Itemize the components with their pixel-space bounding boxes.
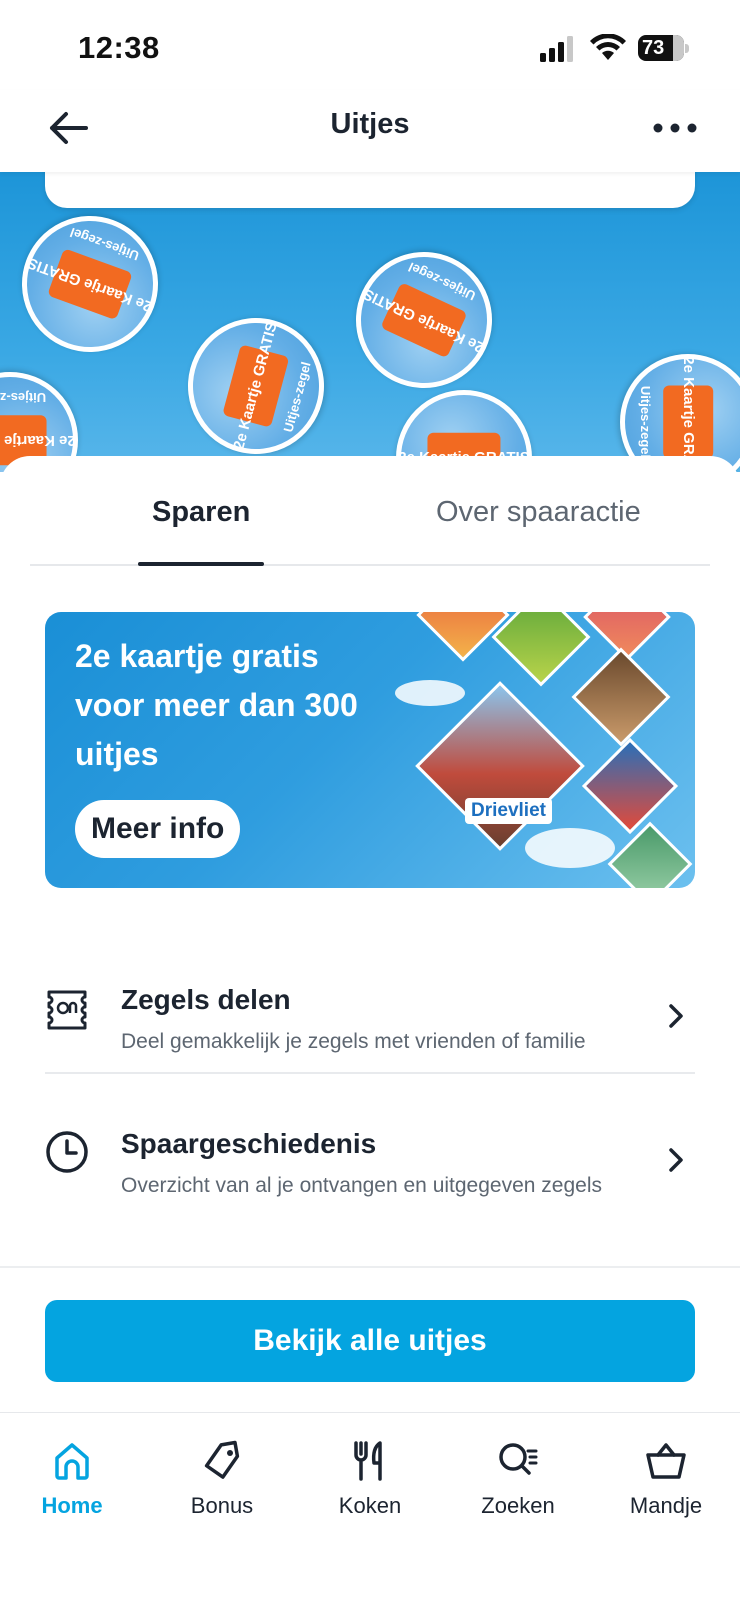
nav-header: Uitjes [0, 90, 740, 172]
wifi-icon [590, 34, 626, 60]
page-title: Uitjes [330, 108, 410, 140]
search-icon [499, 1443, 538, 1475]
promo-text: 2e kaartje gratis voor meer dan 300 uitj… [75, 638, 358, 772]
promo-banner[interactable]: 2e kaartje gratis voor meer dan 300 uitj… [45, 612, 695, 888]
active-tab-indicator [138, 562, 264, 566]
battery-icon: 73 [638, 35, 690, 61]
meer-info-button[interactable]: Meer info [75, 800, 241, 858]
status-time: 12:38 [78, 30, 160, 65]
tab-bar: Sparen Over spaaractie [30, 456, 710, 566]
attractions-collage [400, 612, 695, 888]
tag-icon [204, 1440, 240, 1479]
battery-level: 73 [642, 37, 665, 59]
chevron-right-icon [669, 1004, 683, 1028]
nav-label: Koken [338, 1493, 402, 1518]
cutlery-icon [354, 1441, 382, 1481]
nav-label: Home [41, 1493, 103, 1518]
list-item-title: Zegels delen [121, 984, 291, 1015]
stamp-image: 2e Kaartje GRATIS Uitjes-zegel [172, 302, 340, 470]
zegels-delen-item[interactable]: Zegels delen Deel gemakkelijk je zegels … [45, 954, 695, 1074]
home-icon [55, 1443, 89, 1480]
bekijk-alle-uitjes-button[interactable]: Bekijk alle uitjes [45, 1300, 695, 1382]
chevron-right-icon [669, 1148, 683, 1172]
nav-mandje[interactable]: Mandje [606, 1439, 726, 1519]
content-sheet: Sparen Over spaaractie 2e kaartje gratis… [0, 456, 740, 1266]
more-horizontal-icon [653, 123, 697, 133]
nav-bonus[interactable]: Bonus [162, 1439, 282, 1519]
nav-home[interactable]: Home [12, 1439, 132, 1519]
nav-label: Zoeken [481, 1493, 555, 1518]
nav-label: Bonus [190, 1493, 254, 1518]
list-item-subtitle: Deel gemakkelijk je zegels met vrienden … [121, 1030, 586, 1053]
list-item-subtitle: Overzicht van al je ontvangen en uitgege… [121, 1174, 602, 1197]
hero-banner: 2e Kaartje GRATIS Uitjes-zegel 2e Kaartj… [0, 172, 740, 472]
nav-koken[interactable]: Koken [310, 1439, 430, 1519]
cta-area: Bekijk alle uitjes [0, 1266, 740, 1412]
nav-zoeken[interactable]: Zoeken [458, 1439, 578, 1519]
more-button[interactable] [650, 108, 700, 148]
stamp-image: 2e Kaartje GRATIS Uitjes-zegel [333, 229, 515, 411]
status-bar: 12:38 73 [0, 0, 740, 90]
stamp-icon [47, 990, 87, 1030]
spaargeschiedenis-item[interactable]: Spaargeschiedenis Overzicht van al je on… [45, 1098, 695, 1218]
tab-sparen[interactable]: Sparen [152, 496, 250, 529]
drievliet-logo: Drievliet [465, 798, 552, 824]
hero-card [45, 172, 695, 208]
signal-icon [540, 36, 573, 62]
stamp-image: 2e Kaartje GRATIS Uitjes-zegel [2, 196, 178, 372]
stamp-image: 2e Kaartje GRATIS Uitjes-zegel [620, 354, 740, 472]
basket-icon [646, 1443, 686, 1479]
tab-over-spaaractie[interactable]: Over spaaractie [436, 496, 641, 529]
clock-icon [46, 1131, 88, 1173]
nav-label: Mandje [629, 1493, 703, 1518]
bottom-nav: Home Bonus Koken Zoeken Mandje [0, 1412, 740, 1600]
list-item-title: Spaargeschiedenis [121, 1128, 377, 1159]
